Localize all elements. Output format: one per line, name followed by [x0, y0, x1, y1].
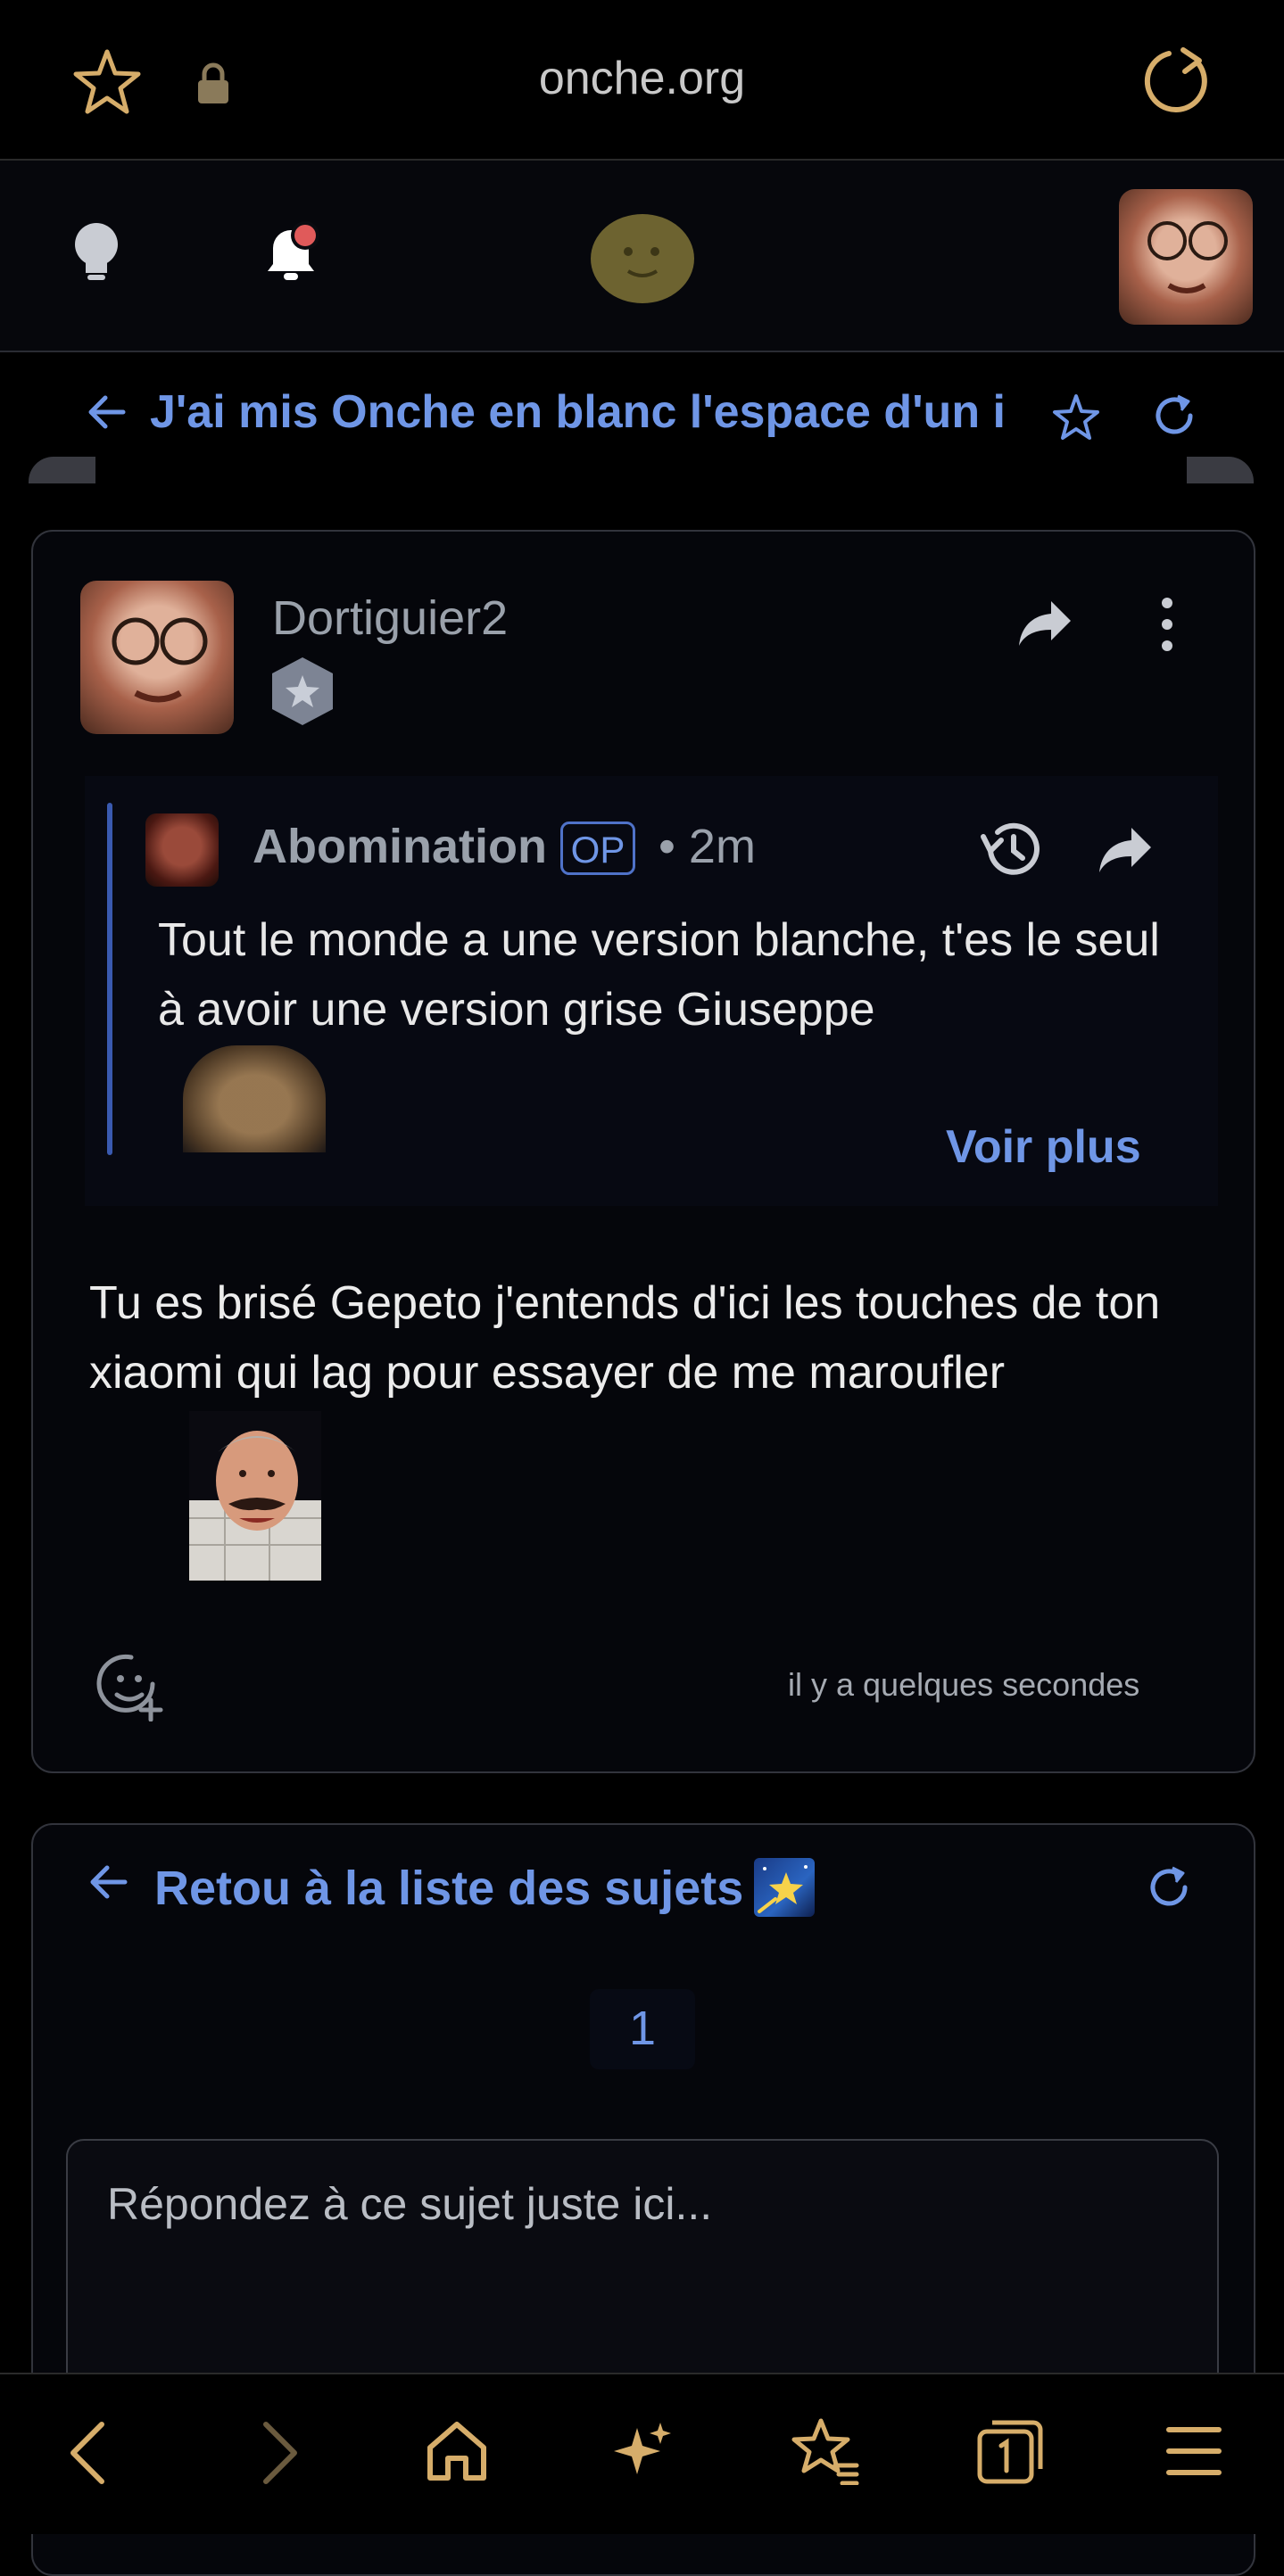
tab-corner-right	[1187, 457, 1254, 483]
quote-author-avatar[interactable]	[145, 813, 219, 887]
reply-placeholder: Répondez à ce sujet juste ici...	[107, 2179, 713, 2229]
share-icon[interactable]	[1015, 598, 1074, 649]
add-reaction-icon[interactable]	[94, 1648, 167, 1721]
back-to-list-link[interactable]: Retou à la liste des sujets	[154, 1861, 743, 1916]
favorites-icon[interactable]	[791, 2415, 860, 2485]
author-avatar[interactable]	[80, 581, 234, 734]
more-options-icon[interactable]	[1156, 596, 1178, 653]
back-to-list-arrow-icon[interactable]	[89, 1862, 128, 1902]
quote-sticker	[183, 1045, 326, 1152]
favorite-star-icon[interactable]	[1051, 392, 1101, 442]
quote-author[interactable]: Abomination	[253, 819, 547, 874]
home-icon[interactable]	[423, 2417, 491, 2485]
refresh-icon[interactable]	[1151, 392, 1197, 439]
rank-badge-icon	[272, 657, 333, 725]
history-icon[interactable]	[978, 819, 1044, 879]
quote-time: • 2m	[659, 820, 756, 873]
user-avatar[interactable]	[1119, 189, 1253, 325]
post-text: Tu es brisé Gepeto j'entends d'ici les t…	[89, 1277, 1161, 1399]
footer-refresh-icon[interactable]	[1146, 1864, 1192, 1911]
topic-title: J'ai mis Onche en blanc l'espace d'un i	[150, 386, 1006, 438]
menu-icon[interactable]	[1165, 2423, 1222, 2480]
reload-icon[interactable]	[1142, 45, 1214, 116]
browser-back-icon[interactable]	[62, 2419, 116, 2487]
browser-forward-icon[interactable]	[252, 2419, 305, 2487]
quote-bar	[107, 803, 112, 1155]
post-timestamp: il y a quelques secondes	[788, 1666, 1140, 1703]
quote-share-icon[interactable]	[1096, 826, 1155, 876]
site-logo-icon[interactable]	[589, 211, 696, 307]
quote-text: Tout le monde a une version blanche, t'e…	[158, 914, 1160, 1036]
tab-corner-left	[29, 457, 95, 483]
tabs-icon[interactable]	[974, 2415, 1046, 2487]
notification-bell-icon[interactable]	[255, 218, 327, 289]
shooting-star-icon	[754, 1858, 815, 1917]
back-arrow-icon[interactable]	[86, 391, 128, 433]
op-badge: OP	[560, 822, 635, 875]
post-author[interactable]: Dortiguier2	[272, 590, 508, 646]
lightbulb-icon[interactable]	[71, 221, 121, 287]
sticker-image	[189, 1411, 321, 1581]
page-number[interactable]: 1	[590, 1989, 695, 2069]
url-text[interactable]: onche.org	[0, 52, 1284, 105]
see-more-link[interactable]: Voir plus	[946, 1120, 1141, 1174]
sparkle-icon[interactable]	[612, 2419, 675, 2483]
